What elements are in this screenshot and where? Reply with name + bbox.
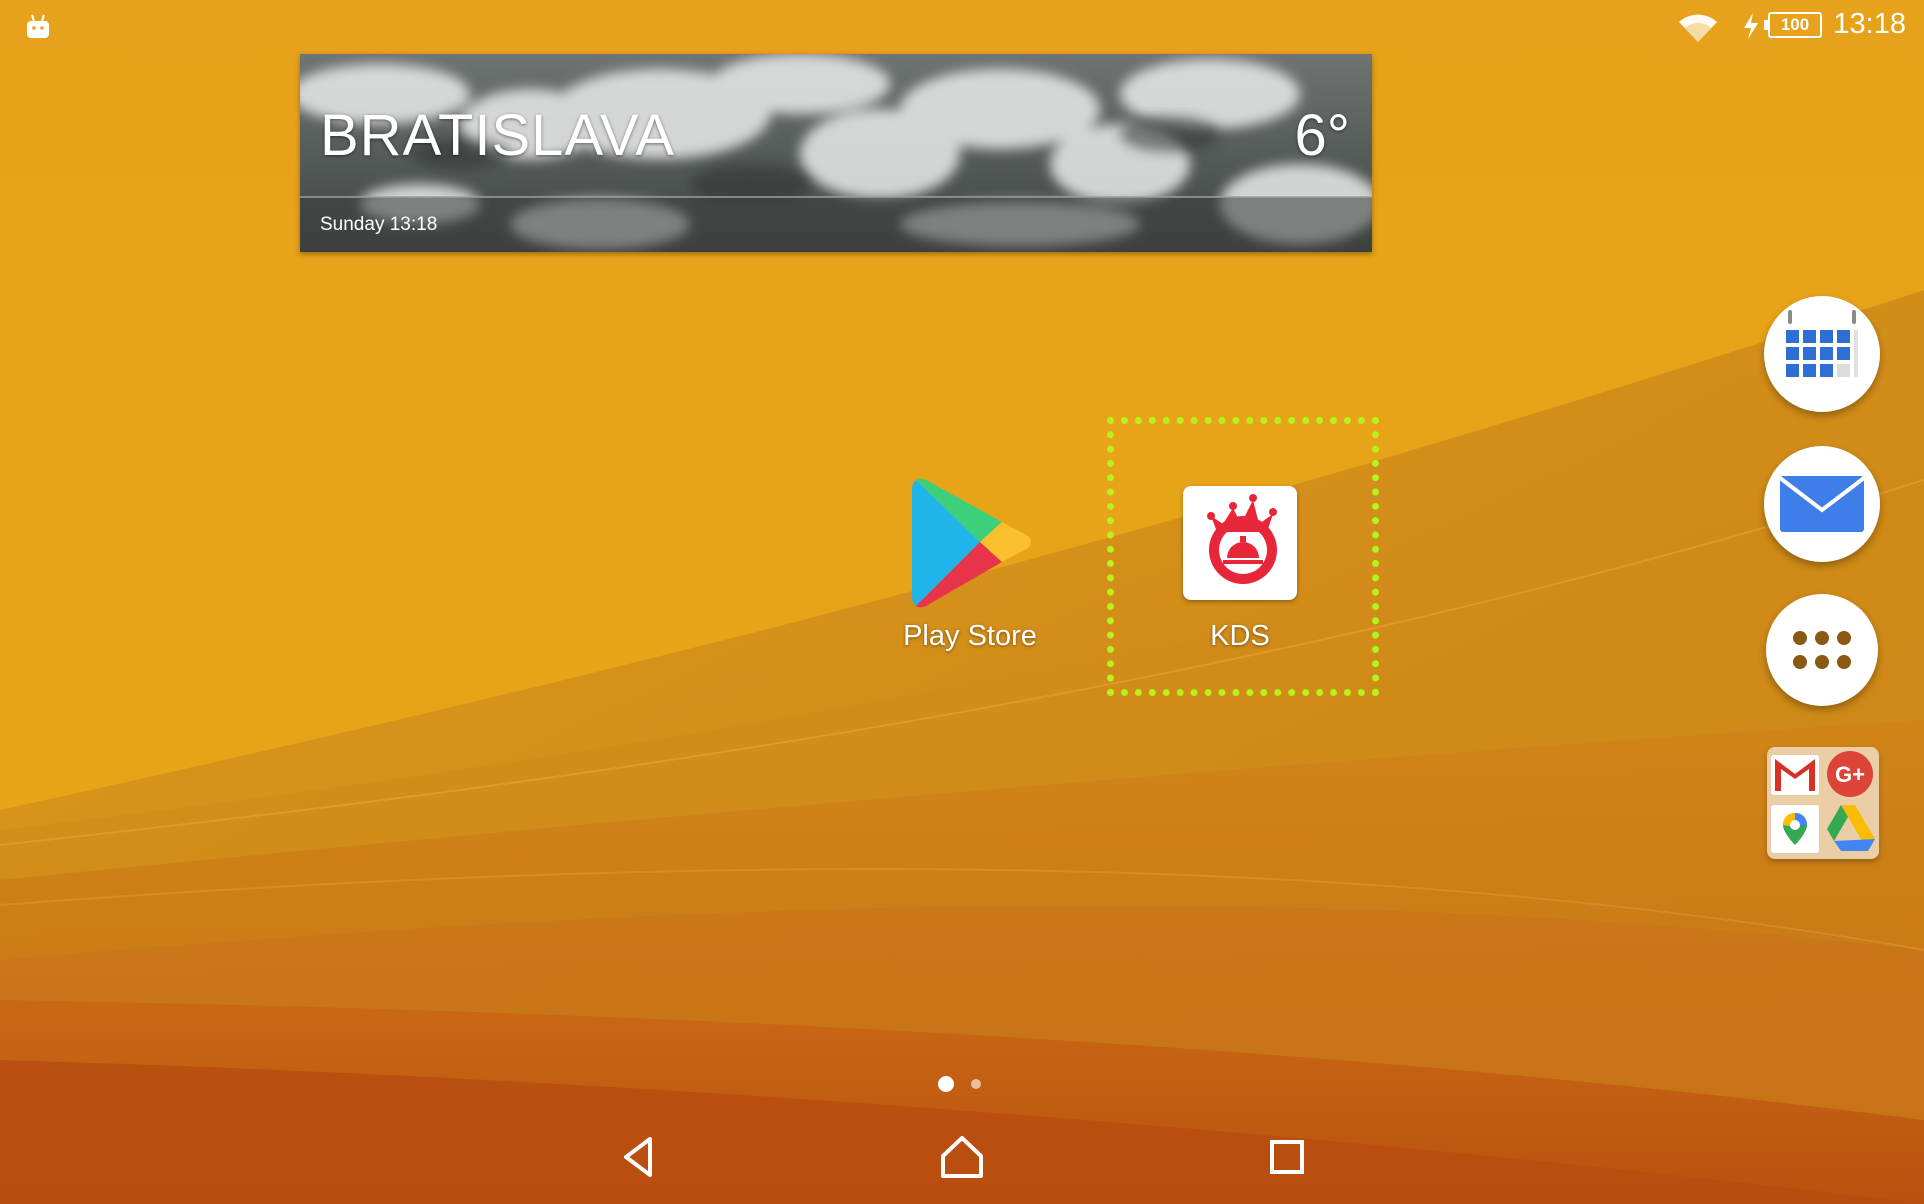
dock-email[interactable] — [1764, 446, 1880, 562]
wifi-icon — [1679, 14, 1717, 42]
mail-icon — [1778, 476, 1866, 532]
back-icon[interactable] — [618, 1134, 658, 1180]
recents-icon[interactable] — [1268, 1138, 1306, 1176]
kds-icon — [1183, 486, 1297, 600]
app-label: Play Store — [903, 620, 1037, 652]
app-label: KDS — [1210, 620, 1270, 652]
home-icon[interactable] — [938, 1134, 986, 1180]
drive-icon — [1827, 805, 1875, 851]
dock-calendar[interactable] — [1764, 296, 1880, 412]
weather-date-time: Sunday 13:18 — [320, 214, 438, 235]
calendar-icon — [1786, 310, 1858, 377]
kds-logo — [1207, 494, 1277, 584]
battery-icon: 100 — [1764, 12, 1822, 38]
maps-icon — [1771, 805, 1819, 853]
weather-city: BRATISLAVA — [320, 103, 675, 168]
status-clock: 13:18 — [1833, 8, 1906, 40]
page-dot[interactable] — [971, 1079, 981, 1089]
gmail-icon — [1771, 755, 1819, 795]
app-kds[interactable]: KDS — [1103, 416, 1377, 656]
page-dot-active[interactable] — [938, 1076, 954, 1092]
folder-icon: G+ — [1771, 751, 1875, 853]
status-bar: 100 13:18 — [0, 0, 1924, 52]
play-store-icon — [912, 478, 1031, 608]
weather-temperature: 6° — [1294, 103, 1350, 168]
app-play-store[interactable]: Play Store — [880, 476, 1060, 666]
svg-text:G+: G+ — [1835, 762, 1865, 787]
google-plus-icon: G+ — [1827, 751, 1873, 797]
dock-google-folder[interactable]: G+ — [1767, 747, 1879, 859]
android-notification-icon — [27, 14, 49, 38]
dock-app-drawer[interactable] — [1766, 594, 1878, 706]
app-drawer-icon — [1793, 631, 1851, 669]
charging-bolt-icon — [1744, 13, 1758, 39]
weather-widget[interactable]: BRATISLAVA 6° Sunday 13:18 — [300, 54, 1372, 252]
